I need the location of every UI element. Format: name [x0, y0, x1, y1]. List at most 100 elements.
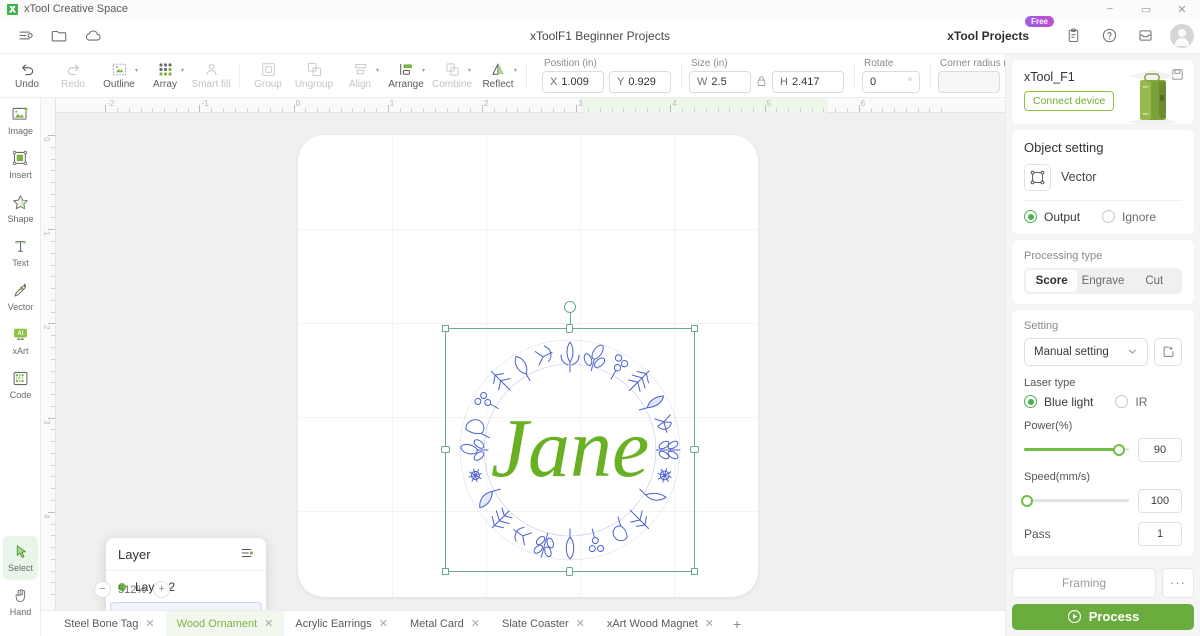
ignore-radio[interactable]: Ignore	[1102, 210, 1156, 224]
sidebar-item-vector[interactable]: Vector	[0, 274, 41, 318]
power-value-input[interactable]: 90	[1138, 437, 1182, 462]
selection-frame[interactable]	[441, 301, 699, 576]
clipboard-icon[interactable]	[1056, 23, 1090, 49]
sidebar-item-hand[interactable]: Hand	[0, 580, 41, 624]
laser-ir-radio[interactable]: IR	[1115, 395, 1147, 409]
resize-handle-bottom-left[interactable]	[442, 568, 449, 575]
ruler-tick	[51, 299, 55, 301]
tab-slate-coaster[interactable]: Slate Coaster ✕	[491, 611, 596, 636]
sidebar-item-select[interactable]: Select	[3, 536, 38, 580]
layer-settings-icon[interactable]	[240, 546, 254, 563]
close-icon[interactable]: ✕	[379, 617, 388, 630]
corner-radius-input[interactable]	[938, 71, 1000, 93]
ruler-tick	[517, 108, 519, 112]
tab-metal-card[interactable]: Metal Card ✕	[399, 611, 491, 636]
toolbar-button-combine[interactable]: ▾ Combine	[429, 55, 475, 97]
xtool-projects-button[interactable]: xTool Projects Free	[930, 15, 1054, 49]
toolbar-button-outline[interactable]: ▾ Outline	[96, 55, 142, 97]
sidebar-item-code[interactable]: Code	[0, 362, 41, 406]
ruler-tick	[51, 394, 55, 396]
aspect-lock-icon[interactable]	[756, 75, 767, 90]
close-icon[interactable]: ✕	[145, 617, 154, 630]
sidebar-item-xart[interactable]: AI xArt	[0, 318, 41, 362]
sidebar-item-image[interactable]: Image	[0, 98, 41, 142]
save-preset-icon[interactable]	[1154, 337, 1182, 366]
speed-value-input[interactable]: 100	[1138, 488, 1182, 513]
chevron-down-icon[interactable]: ▾	[135, 67, 138, 74]
menu-icon[interactable]	[8, 23, 42, 49]
chevron-down-icon[interactable]: ▾	[181, 67, 184, 74]
size-width-input[interactable]: W 2.5	[689, 71, 751, 93]
vertical-ruler[interactable]: 0 1 2 3 4	[41, 98, 56, 636]
sidebar-item-insert[interactable]: Insert	[0, 142, 41, 186]
folder-icon[interactable]	[42, 23, 76, 49]
chevron-down-icon[interactable]: ▾	[376, 67, 379, 74]
close-icon[interactable]: ✕	[471, 617, 480, 630]
maximize-button[interactable]: ▭	[1128, 0, 1164, 18]
avatar[interactable]	[1170, 23, 1194, 48]
toolbar-button-align[interactable]: ▾ Align	[337, 55, 383, 97]
resize-handle-top-left[interactable]	[442, 325, 449, 332]
close-button[interactable]: ✕	[1164, 0, 1200, 18]
toolbar-button-group[interactable]: Group	[245, 55, 291, 97]
speed-slider[interactable]	[1021, 494, 1129, 507]
canvas-area[interactable]: Jane -2 -1 0 1 2 3 4 5 6 01234 Layer Lay…	[41, 98, 1005, 636]
ruler-tick	[51, 452, 55, 454]
tab-steel-bone-tag[interactable]: Steel Bone Tag ✕	[53, 611, 166, 636]
more-options-button[interactable]: ···	[1162, 567, 1194, 598]
horizontal-ruler[interactable]: -2 -1 0 1 2 3 4 5 6	[41, 98, 1005, 113]
resize-handle-bottom-right[interactable]	[691, 568, 698, 575]
zoom-in-button[interactable]: +	[153, 581, 171, 598]
output-radio[interactable]: Output	[1024, 210, 1080, 224]
toolbar-button-reflect[interactable]: ▾ Reflect	[475, 55, 521, 97]
close-icon[interactable]: ✕	[576, 617, 585, 630]
toolbar-button-ungroup[interactable]: Ungroup	[291, 55, 337, 97]
inbox-icon[interactable]	[1128, 23, 1162, 49]
rotate-handle[interactable]	[564, 301, 576, 313]
laser-blue-light-radio[interactable]: Blue light	[1024, 395, 1093, 409]
toolbar-button-redo[interactable]: Redo	[50, 55, 96, 97]
resize-handle-middle-right[interactable]	[690, 446, 699, 453]
tab-acrylic-earrings[interactable]: Acrylic Earrings ✕	[284, 611, 399, 636]
add-tab-button[interactable]: +	[725, 616, 749, 632]
processing-type-score[interactable]: Score	[1026, 269, 1078, 292]
processing-type-cut[interactable]: Cut	[1129, 270, 1180, 292]
power-slider[interactable]	[1024, 443, 1129, 456]
cloud-icon[interactable]	[76, 23, 110, 49]
chevron-down-icon[interactable]: ▾	[514, 67, 517, 74]
sidebar-item-shape[interactable]: Shape	[0, 186, 41, 230]
resize-handle-middle-left[interactable]	[441, 446, 450, 453]
setting-mode-select[interactable]: Manual setting	[1024, 337, 1148, 366]
tab-wood-ornament[interactable]: Wood Ornament ✕	[165, 610, 285, 636]
ruler-tick	[187, 108, 189, 112]
chevron-down-icon[interactable]: ▾	[422, 67, 425, 74]
resize-handle-top-center[interactable]	[566, 324, 573, 333]
resize-handle-top-right[interactable]	[691, 325, 698, 332]
position-y-input[interactable]: Y 0.929	[609, 71, 671, 93]
ruler-tick	[458, 108, 460, 112]
toolbar-button-undo[interactable]: Undo	[4, 55, 50, 97]
minimize-button[interactable]: −	[1092, 0, 1128, 18]
position-x-input[interactable]: X 1.009	[542, 71, 604, 93]
object-type-row[interactable]: Vector	[1024, 163, 1182, 191]
toolbar-button-arrange[interactable]: ▾ Arrange	[383, 55, 429, 97]
resize-handle-bottom-center[interactable]	[566, 567, 573, 576]
framing-button[interactable]: Framing	[1012, 567, 1156, 598]
processing-type-engrave[interactable]: Engrave	[1077, 270, 1128, 292]
close-icon[interactable]: ✕	[705, 617, 714, 630]
zoom-out-button[interactable]: −	[94, 581, 111, 598]
toolbar-button-array[interactable]: ▾ Array	[142, 55, 188, 97]
toolbar-button-smart-fill[interactable]: Smart fill	[188, 55, 234, 97]
chevron-down-icon[interactable]: ▾	[468, 67, 471, 74]
device-card[interactable]: xTool_F1 Connect device	[1012, 60, 1194, 124]
pass-value-input[interactable]: 1	[1138, 521, 1182, 546]
size-height-input[interactable]: H 2.417	[772, 71, 844, 93]
rotate-input[interactable]: 0 °	[862, 71, 920, 93]
process-button[interactable]: Process	[1012, 603, 1194, 630]
connect-device-button[interactable]: Connect device	[1024, 91, 1115, 111]
sidebar-item-text[interactable]: Text	[0, 230, 41, 274]
tab-xart-wood-magnet[interactable]: xArt Wood Magnet ✕	[596, 611, 725, 636]
close-icon[interactable]: ✕	[264, 617, 273, 630]
ruler-tick	[729, 108, 731, 112]
help-icon[interactable]	[1092, 23, 1126, 49]
